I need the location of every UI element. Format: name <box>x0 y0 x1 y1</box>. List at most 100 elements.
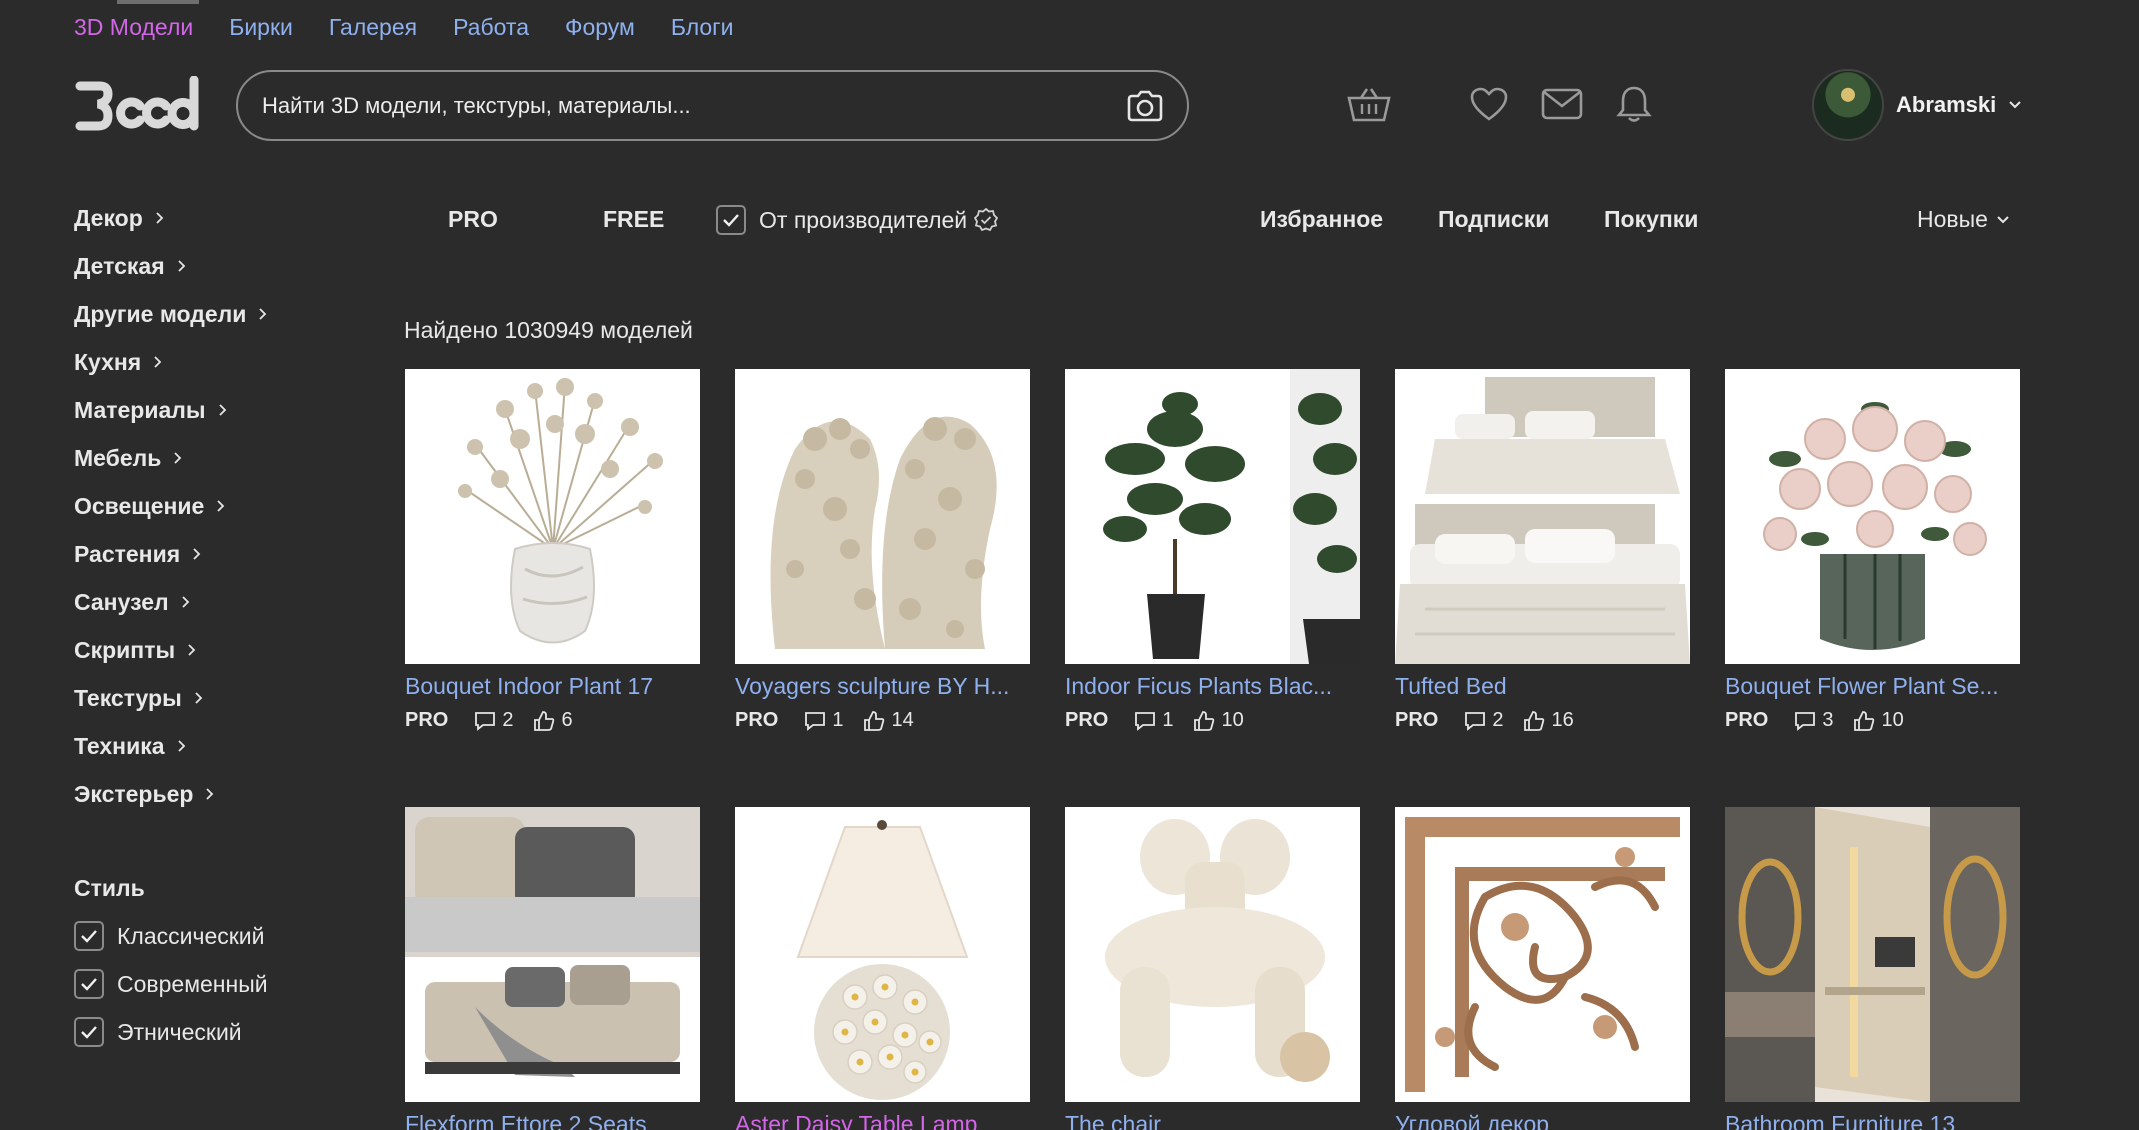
model-card[interactable]: Bouquet Flower Plant Se... PRO 3 10 <box>1725 369 2020 732</box>
model-title[interactable]: Угловой декор <box>1395 1111 1690 1130</box>
category-plants[interactable]: Растения <box>74 530 354 578</box>
like-count: 16 <box>1551 709 1574 731</box>
filter-makers[interactable]: От производителей <box>716 205 999 235</box>
model-thumbnail[interactable] <box>735 369 1030 664</box>
results-count: Найдено 1030949 моделей <box>404 317 693 343</box>
model-thumbnail[interactable] <box>405 369 700 664</box>
verified-badge-icon <box>974 207 999 232</box>
filter-favorites[interactable]: Избранное <box>1260 206 1383 233</box>
model-card[interactable]: Bathroom Furniture 13 <box>1725 807 2020 1130</box>
model-thumbnail[interactable] <box>1395 369 1690 664</box>
chevron-down-icon <box>2009 101 2021 109</box>
nav-3d-models[interactable]: 3D Модели <box>74 14 193 41</box>
model-title[interactable]: Flexform Ettore 2 Seats <box>405 1111 700 1130</box>
category-kids[interactable]: Детская <box>74 242 354 290</box>
category-other[interactable]: Другие модели <box>74 290 354 338</box>
filter-free[interactable]: FREE <box>603 206 664 233</box>
nav-tags[interactable]: Бирки <box>229 14 293 41</box>
category-exterior[interactable]: Экстерьер <box>74 770 354 818</box>
model-title[interactable]: Bathroom Furniture 13 <box>1725 1111 2020 1130</box>
nav-jobs[interactable]: Работа <box>453 14 529 41</box>
category-tech[interactable]: Техника <box>74 722 354 770</box>
style-option-label: Современный <box>117 970 268 997</box>
model-title[interactable]: The chair <box>1065 1111 1360 1130</box>
search-input[interactable] <box>262 92 1125 119</box>
chevron-right-icon <box>195 692 202 704</box>
category-scripts[interactable]: Скрипты <box>74 626 354 674</box>
model-card[interactable]: Угловой декор <box>1395 807 1690 1130</box>
style-option-ethnic[interactable]: Этнический <box>74 1008 354 1056</box>
model-meta: PRO 1 14 <box>735 709 1030 732</box>
model-meta: PRO 1 10 <box>1065 709 1360 732</box>
model-meta: PRO 2 6 <box>405 709 700 732</box>
sort-dropdown[interactable]: Новые <box>1917 206 2010 233</box>
model-thumbnail[interactable] <box>1065 369 1360 664</box>
model-title[interactable]: Voyagers sculpture BY H... <box>735 673 1030 700</box>
model-thumbnail[interactable] <box>1725 807 2020 1102</box>
category-lighting[interactable]: Освещение <box>74 482 354 530</box>
category-label: Техника <box>74 732 165 759</box>
chevron-right-icon <box>181 596 189 608</box>
category-furniture[interactable]: Мебель <box>74 434 354 482</box>
category-bathroom[interactable]: Санузел <box>74 578 354 626</box>
model-card[interactable]: Flexform Ettore 2 Seats <box>405 807 700 1130</box>
pro-badge: PRO <box>1725 709 1769 731</box>
model-title[interactable]: Bouquet Flower Plant Se... <box>1725 673 2020 700</box>
model-thumbnail[interactable] <box>405 807 700 1102</box>
comment-count: 1 <box>832 709 844 731</box>
comment-icon <box>475 711 496 731</box>
model-card[interactable]: Tufted Bed PRO 2 16 <box>1395 369 1690 732</box>
model-thumbnail[interactable] <box>1065 807 1360 1102</box>
nav-forum[interactable]: Форум <box>565 14 635 41</box>
user-name: Abramski <box>1896 92 1997 117</box>
category-materials[interactable]: Материалы <box>74 386 354 434</box>
model-title[interactable]: Tufted Bed <box>1395 673 1690 700</box>
model-card[interactable]: Indoor Ficus Plants Blac... PRO 1 10 <box>1065 369 1360 732</box>
category-textures[interactable]: Текстуры <box>74 674 354 722</box>
model-thumbnail[interactable] <box>1725 369 2020 664</box>
category-decor[interactable]: Декор <box>74 194 354 242</box>
heart-icon[interactable] <box>1467 82 1511 126</box>
nav-gallery[interactable]: Галерея <box>329 14 417 41</box>
category-label: Кухня <box>74 348 142 375</box>
model-card[interactable]: Bouquet Indoor Plant 17 PRO 2 6 <box>405 369 700 732</box>
nav-blogs[interactable]: Блоги <box>671 14 734 41</box>
filter-pro[interactable]: PRO <box>448 206 498 233</box>
chevron-right-icon <box>156 212 164 224</box>
model-card[interactable]: The chair <box>1065 807 1360 1130</box>
avatar <box>1812 69 1884 141</box>
model-thumbnail[interactable] <box>735 807 1030 1102</box>
checkbox[interactable] <box>74 1017 104 1047</box>
logo-mark <box>75 75 199 131</box>
chevron-right-icon <box>193 548 201 560</box>
comment-icon <box>805 711 826 731</box>
model-thumbnail[interactable] <box>1395 807 1690 1102</box>
checkbox[interactable] <box>716 205 746 235</box>
filter-purchases[interactable]: Покупки <box>1604 206 1698 233</box>
camera-icon[interactable] <box>1125 86 1165 126</box>
basket-icon[interactable] <box>1347 82 1391 126</box>
checkbox[interactable] <box>74 921 104 951</box>
bell-icon[interactable] <box>1612 82 1656 126</box>
chevron-right-icon <box>218 404 226 416</box>
model-title[interactable]: Aster Daisy Table Lamp <box>735 1111 1030 1130</box>
like-count: 10 <box>1881 709 1904 731</box>
style-option-classic[interactable]: Классический <box>74 912 354 960</box>
user-menu[interactable]: Abramski <box>1812 69 2022 141</box>
checkbox[interactable] <box>74 969 104 999</box>
category-kitchen[interactable]: Кухня <box>74 338 354 386</box>
search-bar <box>236 70 1189 141</box>
style-option-modern[interactable]: Современный <box>74 960 354 1008</box>
like-icon <box>1854 710 1875 731</box>
chevron-right-icon <box>174 452 182 464</box>
like-icon <box>534 710 555 731</box>
site-logo[interactable] <box>74 75 202 134</box>
chevron-right-icon <box>177 740 185 752</box>
chevron-right-icon <box>206 788 214 800</box>
model-card[interactable]: Aster Daisy Table Lamp <box>735 807 1030 1130</box>
model-title[interactable]: Bouquet Indoor Plant 17 <box>405 673 700 700</box>
filter-subscriptions[interactable]: Подписки <box>1438 206 1549 233</box>
model-card[interactable]: Voyagers sculpture BY H... PRO 1 14 <box>735 369 1030 732</box>
mail-icon[interactable] <box>1540 82 1584 126</box>
model-title[interactable]: Indoor Ficus Plants Blac... <box>1065 673 1360 700</box>
